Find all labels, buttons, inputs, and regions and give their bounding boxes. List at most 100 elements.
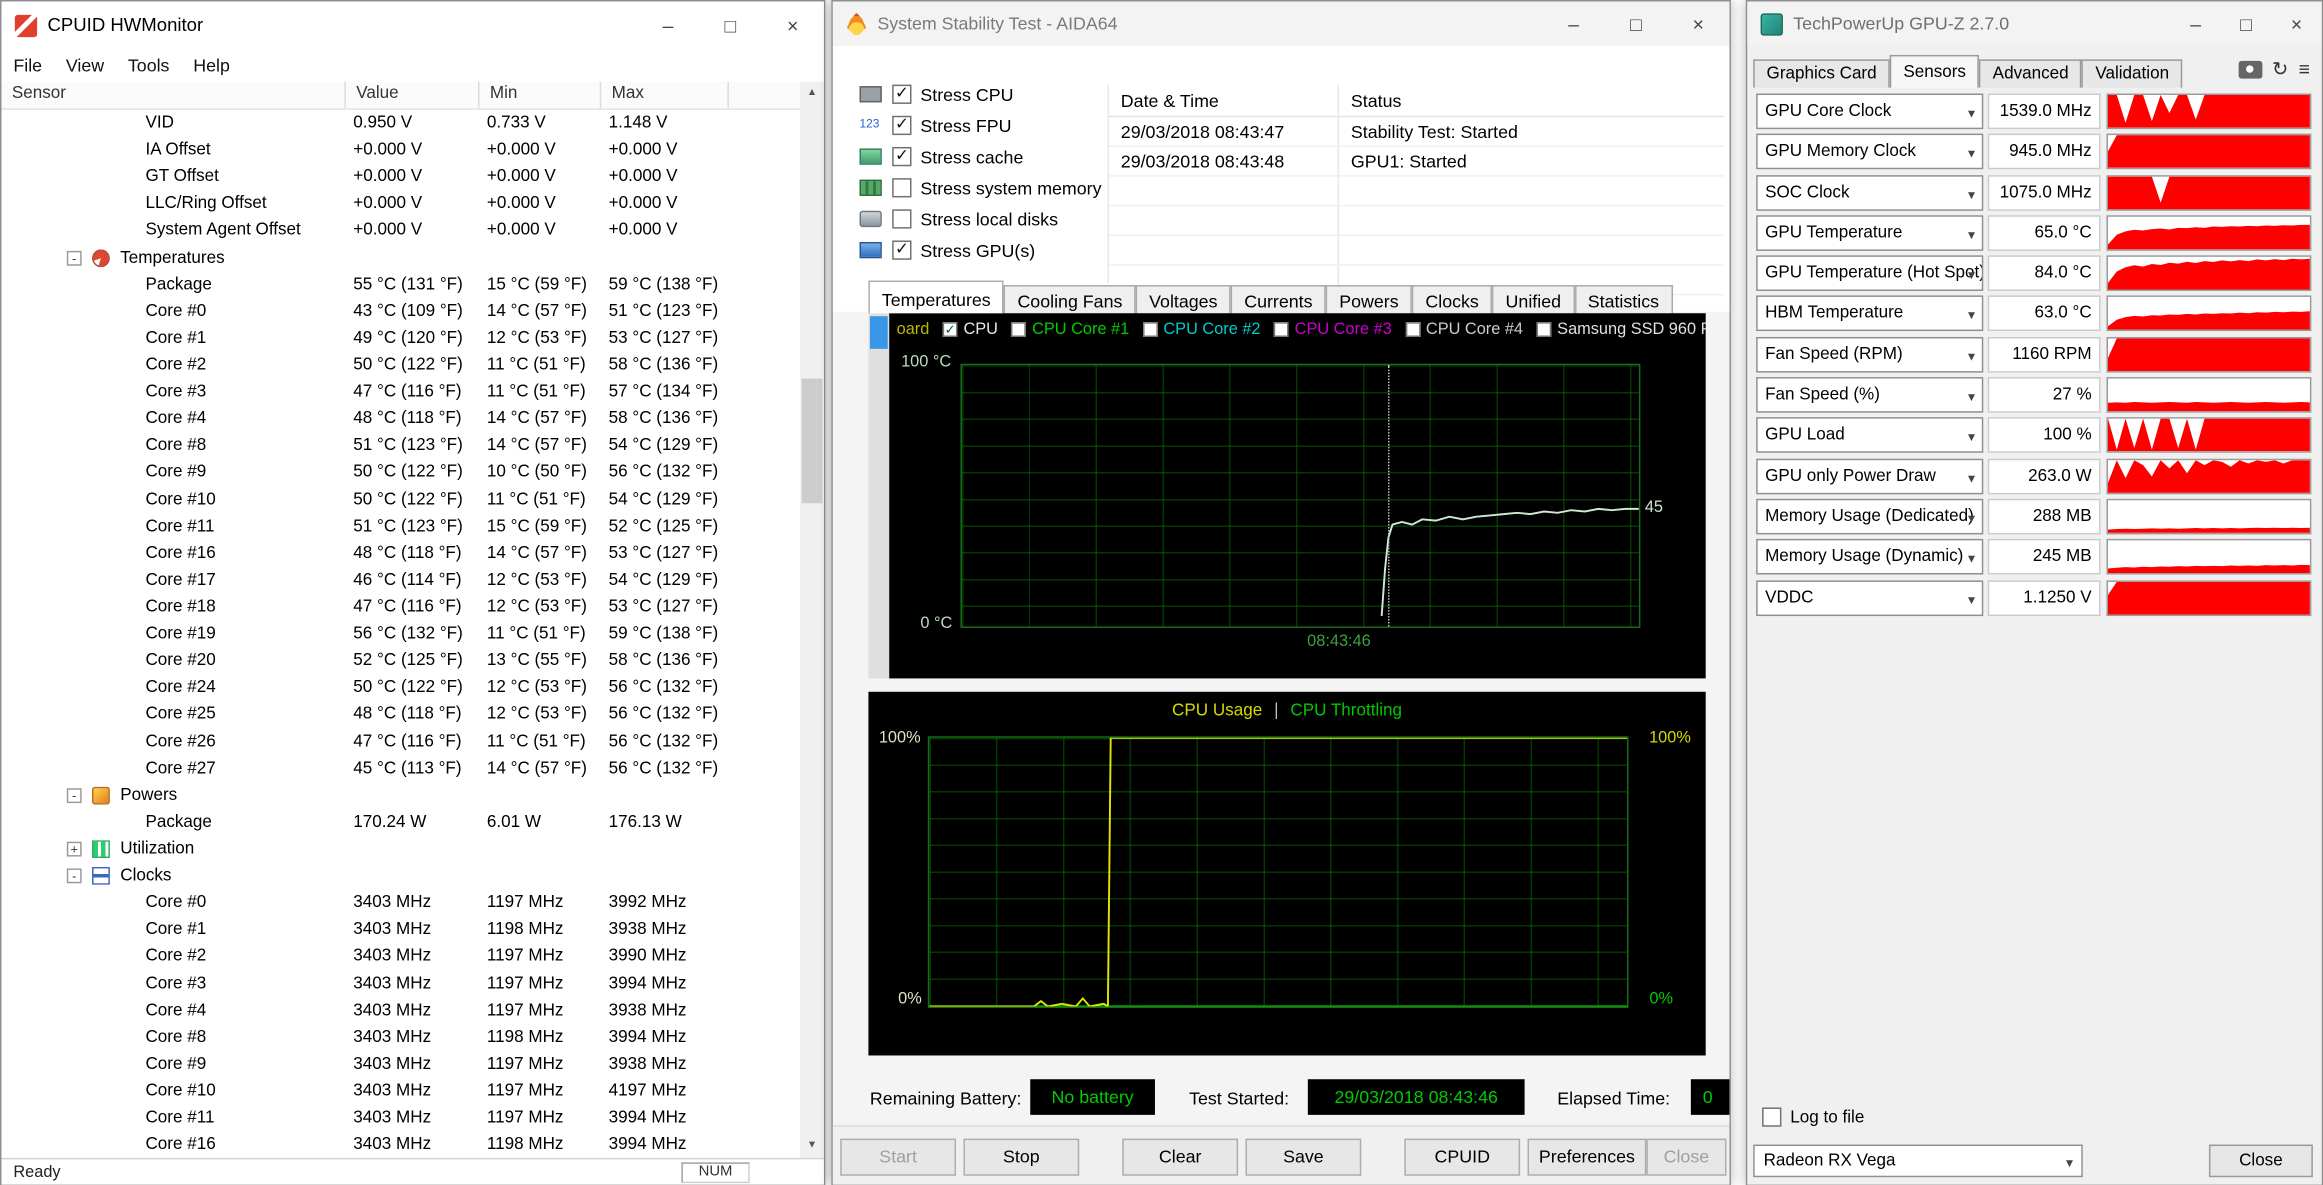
tab-clocks[interactable]: Clocks bbox=[1412, 285, 1492, 313]
tab-currents[interactable]: Currents bbox=[1231, 285, 1326, 313]
tab-statistics[interactable]: Statistics bbox=[1574, 285, 1672, 313]
scrollbar-thumb[interactable] bbox=[870, 316, 888, 349]
tab-powers[interactable]: Powers bbox=[1326, 285, 1412, 313]
table-row[interactable]: Core #3 3403 MHz 1197 MHz 3994 MHz bbox=[1, 970, 800, 997]
legend-scrollbar[interactable] bbox=[868, 313, 889, 678]
log-row[interactable]: 29/03/2018 08:43:48 GPU1: Started bbox=[1109, 147, 1724, 177]
stress-checkbox[interactable]: ✓ bbox=[892, 240, 911, 259]
table-group-row[interactable]: + Utilization bbox=[1, 836, 800, 863]
close-icon[interactable]: × bbox=[1667, 1, 1729, 46]
table-row[interactable]: System Agent Offset +0.000 V +0.000 V +0… bbox=[1, 217, 800, 244]
log-column-datetime[interactable]: Date & Time bbox=[1109, 85, 1339, 116]
menu-help[interactable]: Help bbox=[181, 50, 241, 80]
legend-checkbox[interactable] bbox=[1274, 322, 1289, 337]
tab-unified[interactable]: Unified bbox=[1492, 285, 1574, 313]
maximize-icon[interactable]: □ bbox=[699, 1, 761, 49]
table-row[interactable]: Core #4 48 °C (118 °F) 14 °C (57 °F) 58 … bbox=[1, 406, 800, 433]
log-to-file-checkbox[interactable] bbox=[1762, 1107, 1781, 1126]
sensor-name-dropdown[interactable]: Memory Usage (Dynamic) ▼ bbox=[1756, 539, 1983, 575]
screenshot-icon[interactable] bbox=[2238, 61, 2262, 79]
sensor-name-dropdown[interactable]: GPU Temperature (Hot Spot) ▼ bbox=[1756, 256, 1983, 292]
aida64-titlebar[interactable]: System Stability Test - AIDA64 – □ × bbox=[833, 1, 1730, 46]
refresh-icon[interactable]: ↻ bbox=[2272, 59, 2288, 80]
maximize-icon[interactable]: □ bbox=[2221, 1, 2271, 46]
column-max[interactable]: Max bbox=[601, 82, 729, 109]
tab-validation[interactable]: Validation bbox=[2082, 59, 2182, 87]
close-button[interactable]: Close bbox=[1646, 1139, 1726, 1176]
table-row[interactable]: Core #9 3403 MHz 1197 MHz 3938 MHz bbox=[1, 1051, 800, 1078]
table-row[interactable]: Core #10 3403 MHz 1197 MHz 4197 MHz bbox=[1, 1078, 800, 1105]
stress-checkbox[interactable]: ✓ bbox=[892, 85, 911, 104]
gpu-device-dropdown[interactable]: Radeon RX Vega ▼ bbox=[1753, 1145, 2083, 1178]
start-button[interactable]: Start bbox=[840, 1139, 956, 1176]
table-row[interactable]: Core #2 50 °C (122 °F) 11 °C (51 °F) 58 … bbox=[1, 352, 800, 379]
menu-tools[interactable]: Tools bbox=[116, 50, 181, 80]
table-row[interactable]: Package 55 °C (131 °F) 15 °C (59 °F) 59 … bbox=[1, 271, 800, 298]
table-row[interactable]: Core #19 56 °C (132 °F) 11 °C (51 °F) 59… bbox=[1, 621, 800, 648]
legend-checkbox[interactable] bbox=[1405, 322, 1420, 337]
table-row[interactable]: Core #4 3403 MHz 1197 MHz 3938 MHz bbox=[1, 997, 800, 1024]
sensor-name-dropdown[interactable]: HBM Temperature ▼ bbox=[1756, 296, 1983, 332]
minimize-icon[interactable]: – bbox=[637, 1, 699, 49]
save-button[interactable]: Save bbox=[1245, 1139, 1361, 1176]
sensor-name-dropdown[interactable]: VDDC ▼ bbox=[1756, 580, 1983, 616]
stop-button[interactable]: Stop bbox=[963, 1139, 1079, 1176]
tab-temperatures[interactable]: Temperatures bbox=[868, 281, 1004, 314]
table-row[interactable]: Core #16 3403 MHz 1198 MHz 3994 MHz bbox=[1, 1131, 800, 1157]
table-row[interactable]: IA Offset +0.000 V +0.000 V +0.000 V bbox=[1, 137, 800, 164]
menu-file[interactable]: File bbox=[1, 50, 53, 80]
table-row[interactable]: Core #17 46 °C (114 °F) 12 °C (53 °F) 54… bbox=[1, 567, 800, 594]
gpuz-titlebar[interactable]: TechPowerUp GPU-Z 2.7.0 – □ × bbox=[1747, 1, 2322, 46]
sensor-name-dropdown[interactable]: GPU Temperature ▼ bbox=[1756, 215, 1983, 251]
hwmonitor-scrollbar[interactable]: ▲ ▼ bbox=[800, 82, 824, 1158]
stress-checkbox[interactable]: ✓ bbox=[892, 116, 911, 135]
log-column-status[interactable]: Status bbox=[1339, 85, 1723, 116]
table-row[interactable]: Core #0 3403 MHz 1197 MHz 3992 MHz bbox=[1, 889, 800, 916]
table-row[interactable]: Package 170.24 W 6.01 W 176.13 W bbox=[1, 809, 800, 836]
sensor-name-dropdown[interactable]: GPU Load ▼ bbox=[1756, 418, 1983, 454]
table-row[interactable]: Core #9 50 °C (122 °F) 10 °C (50 °F) 56 … bbox=[1, 459, 800, 486]
sensor-name-dropdown[interactable]: Fan Speed (%) ▼ bbox=[1756, 377, 1983, 413]
table-row[interactable]: Core #10 50 °C (122 °F) 11 °C (51 °F) 54… bbox=[1, 486, 800, 513]
menu-icon[interactable]: ≡ bbox=[2299, 59, 2310, 80]
table-row[interactable]: Core #1 49 °C (120 °F) 12 °C (53 °F) 53 … bbox=[1, 325, 800, 352]
minimize-icon[interactable]: – bbox=[2170, 1, 2220, 46]
table-row[interactable]: Core #26 47 °C (116 °F) 11 °C (51 °F) 56… bbox=[1, 728, 800, 755]
tab-sensors[interactable]: Sensors bbox=[1890, 55, 1979, 88]
table-row[interactable]: Core #2 3403 MHz 1197 MHz 3990 MHz bbox=[1, 943, 800, 970]
table-row[interactable]: Core #3 47 °C (116 °F) 11 °C (51 °F) 57 … bbox=[1, 379, 800, 406]
table-row[interactable]: Core #16 48 °C (118 °F) 14 °C (57 °F) 53… bbox=[1, 540, 800, 567]
log-row[interactable] bbox=[1109, 206, 1724, 236]
log-row[interactable] bbox=[1109, 177, 1724, 207]
table-row[interactable]: Core #8 3403 MHz 1198 MHz 3994 MHz bbox=[1, 1024, 800, 1051]
table-row[interactable]: VID 0.950 V 0.733 V 1.148 V bbox=[1, 110, 800, 137]
scroll-up-icon[interactable]: ▲ bbox=[800, 82, 824, 106]
clear-button[interactable]: Clear bbox=[1122, 1139, 1238, 1176]
tab-cooling-fans[interactable]: Cooling Fans bbox=[1004, 285, 1136, 313]
close-icon[interactable]: × bbox=[762, 1, 824, 49]
legend-checkbox[interactable] bbox=[1011, 322, 1026, 337]
table-row[interactable]: Core #24 50 °C (122 °F) 12 °C (53 °F) 56… bbox=[1, 674, 800, 701]
table-row[interactable]: Core #8 51 °C (123 °F) 14 °C (57 °F) 54 … bbox=[1, 432, 800, 459]
expander-toggle[interactable]: - bbox=[67, 250, 82, 265]
table-group-row[interactable]: - Powers bbox=[1, 782, 800, 809]
legend-checkbox[interactable] bbox=[1536, 322, 1551, 337]
tab-graphics-card[interactable]: Graphics Card bbox=[1753, 59, 1890, 87]
sensor-name-dropdown[interactable]: SOC Clock ▼ bbox=[1756, 175, 1983, 211]
sensor-name-dropdown[interactable]: Fan Speed (RPM) ▼ bbox=[1756, 337, 1983, 373]
log-row[interactable] bbox=[1109, 236, 1724, 266]
table-row[interactable]: GT Offset +0.000 V +0.000 V +0.000 V bbox=[1, 164, 800, 191]
table-row[interactable]: Core #18 47 °C (116 °F) 12 °C (53 °F) 53… bbox=[1, 594, 800, 621]
tab-voltages[interactable]: Voltages bbox=[1136, 285, 1231, 313]
table-group-row[interactable]: - Temperatures bbox=[1, 244, 800, 271]
scroll-down-icon[interactable]: ▼ bbox=[800, 1134, 824, 1158]
maximize-icon[interactable]: □ bbox=[1605, 1, 1667, 46]
table-row[interactable]: Core #25 48 °C (118 °F) 12 °C (53 °F) 56… bbox=[1, 701, 800, 728]
column-value[interactable]: Value bbox=[346, 82, 480, 109]
sensor-name-dropdown[interactable]: GPU Memory Clock ▼ bbox=[1756, 134, 1983, 170]
expander-toggle[interactable]: - bbox=[67, 788, 82, 803]
table-row[interactable]: Core #27 45 °C (113 °F) 14 °C (57 °F) 56… bbox=[1, 755, 800, 782]
legend-checkbox[interactable]: ✓ bbox=[943, 322, 958, 337]
scrollbar-thumb[interactable] bbox=[802, 379, 823, 504]
stress-checkbox[interactable] bbox=[892, 209, 911, 228]
